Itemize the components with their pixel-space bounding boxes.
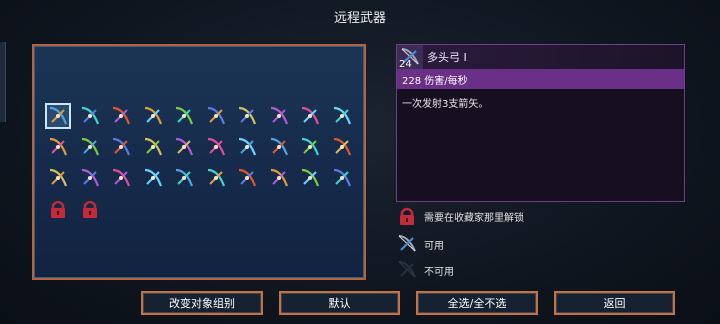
locked-slot[interactable]: [46, 197, 70, 221]
frost-blast-icon: [207, 137, 225, 156]
weapon-slot-scroll[interactable]: [298, 166, 322, 190]
fireball-icon: [49, 168, 68, 187]
weapon-slot-marksman-bow[interactable]: [298, 104, 322, 128]
item-detail-header: 24 多头弓 I: [397, 45, 684, 70]
legend-available: 可用: [396, 233, 444, 255]
item-name: 多头弓 I: [427, 51, 467, 64]
multi-bow-icon: [49, 106, 68, 125]
weapon-slot-war-bow[interactable]: [330, 104, 354, 128]
dart-icon: [238, 137, 257, 156]
legend-unavailable: 不可用: [396, 259, 454, 281]
lightning-icon: [175, 168, 194, 187]
padlock-icon: [51, 200, 65, 218]
marksman-bow-icon: [301, 106, 320, 125]
weapon-slot-alpha-crossbow[interactable]: [267, 104, 291, 128]
weapon-slot-sonic-bow[interactable]: [172, 104, 196, 128]
weapon-slot-whip[interactable]: [267, 166, 291, 190]
weapon-slot-throwing-axe[interactable]: [109, 135, 133, 159]
weapon-slot-magic-missile[interactable]: [330, 135, 354, 159]
throwing-axe-icon: [112, 137, 131, 156]
bone-spear-icon: [238, 168, 257, 187]
legend-available-label: 可用: [424, 240, 444, 252]
weapon-slot-fireball[interactable]: [46, 166, 70, 190]
locked-slot[interactable]: [78, 197, 102, 221]
poison-dart-icon: [207, 168, 225, 187]
electric-whip-icon: [175, 137, 194, 156]
weapon-slot-frost-blast[interactable]: [204, 135, 228, 159]
weapon-slot-heavy-crossbow[interactable]: [235, 104, 259, 128]
scroll-icon: [301, 168, 320, 187]
weapon-slot-ice-shard[interactable]: [141, 166, 165, 190]
legend-locked: 需要在收藏家那里解锁: [396, 205, 524, 227]
legend-unavailable-label: 不可用: [424, 266, 454, 278]
weapon-slot-pickaxe[interactable]: [78, 135, 102, 159]
ice-crystal-icon: [81, 168, 99, 187]
fire-ring-icon: [301, 137, 320, 156]
weapon-slot-fire-bow[interactable]: [109, 104, 133, 128]
padlock-icon: [400, 207, 414, 225]
spear-icon: [144, 137, 162, 156]
cross-bow-icon: [207, 106, 225, 125]
fire-bow-icon: [112, 106, 131, 125]
heavy-crossbow-icon: [238, 106, 257, 125]
weapon-slot-fire-ring[interactable]: [298, 135, 322, 159]
inventory-panel: [32, 44, 366, 280]
item-dps: 228 伤害/每秒: [397, 69, 684, 89]
screen-title: 远程武器: [333, 11, 386, 26]
padlock-icon: [82, 200, 97, 218]
ice-shard-icon: [144, 168, 162, 187]
weapon-slot-lightning[interactable]: [172, 166, 196, 190]
sonic-bow-icon: [175, 106, 194, 125]
alpha-crossbow-icon: [270, 106, 288, 125]
weapon-slot-bone-spear[interactable]: [235, 166, 259, 190]
multi-bow-icon: 24: [397, 45, 423, 70]
weapon-slot-cross-bow[interactable]: [204, 104, 228, 128]
weapon-slot-poison-dart[interactable]: [204, 166, 228, 190]
side-tab[interactable]: [0, 42, 6, 122]
weapon-slot-explosive[interactable]: [109, 166, 133, 190]
bow-unavailable-icon: [398, 261, 416, 278]
weapon-slot-ice-bow[interactable]: [78, 104, 102, 128]
weapon-slot-trap[interactable]: [330, 166, 354, 190]
item-description: 一次发射3支箭矢。: [402, 99, 489, 110]
back-button[interactable]: 返回: [554, 291, 675, 315]
trap-icon: [333, 168, 351, 187]
quick-bow-icon: [144, 106, 162, 125]
ice-bow-icon: [81, 106, 99, 125]
grappling-hook-icon: [270, 137, 288, 156]
boomerang-icon: [49, 137, 68, 156]
weapon-slot-electric-whip[interactable]: [172, 135, 196, 159]
weapon-slot-spear[interactable]: [141, 135, 165, 159]
pickaxe-icon: [81, 137, 99, 156]
magic-missile-icon: [333, 137, 351, 156]
weapon-slot-ice-crystal[interactable]: [78, 166, 102, 190]
default-button[interactable]: 默认: [279, 291, 400, 315]
item-detail-panel: 24 多头弓 I 228 伤害/每秒 一次发射3支箭矢。: [396, 44, 685, 202]
weapon-slot-grappling-hook[interactable]: [267, 135, 291, 159]
toggle-all-button[interactable]: 全选/全不选: [416, 291, 538, 315]
weapon-slot-multi-bow[interactable]: [45, 103, 71, 129]
change-group-button[interactable]: 改变对象组别: [141, 291, 263, 315]
bow-available-icon: [398, 235, 416, 252]
weapon-slot-quick-bow[interactable]: [141, 104, 165, 128]
explosive-icon: [112, 168, 131, 187]
war-bow-icon: [333, 106, 351, 125]
weapon-slot-dart[interactable]: [235, 135, 259, 159]
item-count: 24: [399, 59, 412, 70]
legend-locked-label: 需要在收藏家那里解锁: [424, 212, 524, 224]
weapon-slot-boomerang[interactable]: [46, 135, 70, 159]
whip-icon: [270, 168, 288, 187]
